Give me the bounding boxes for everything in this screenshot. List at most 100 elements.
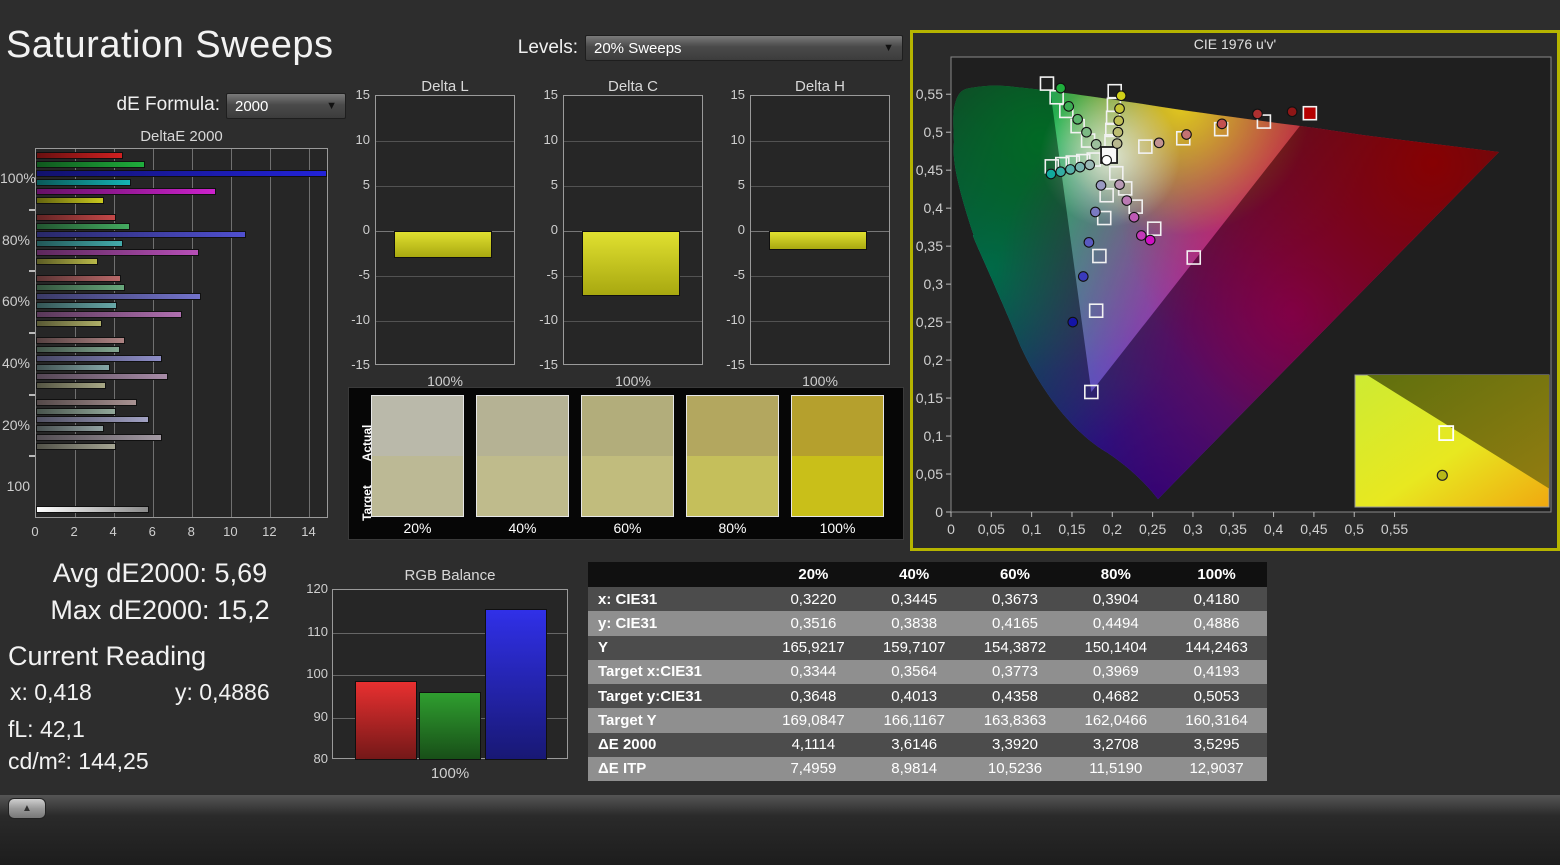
group-label: 100 bbox=[6, 478, 30, 495]
table-cell: 3,3920 bbox=[992, 736, 1038, 754]
axis-tick bbox=[29, 270, 35, 273]
table-cell: 0,4180 bbox=[1193, 590, 1240, 608]
actual-target-swatch-panel: Actual Target 20% 40% 60% 80% 100% bbox=[348, 387, 904, 540]
y-tick-label: -5 bbox=[733, 267, 745, 282]
y-tick-label: 5 bbox=[550, 177, 558, 192]
y-tick-label: 0,25 bbox=[916, 314, 943, 330]
table-cell: 0,3673 bbox=[992, 590, 1038, 608]
table-row: ΔE 2000 4,1114 3,6146 3,3920 3,2708 3,5295 bbox=[588, 732, 1267, 757]
swatch-percent-label: 20% bbox=[403, 520, 432, 536]
gridline bbox=[114, 149, 116, 517]
y-tick-label: -10 bbox=[726, 312, 745, 327]
max-de2000-stat: Max dE2000: 15,2 bbox=[50, 595, 270, 625]
target-square-filled bbox=[1302, 105, 1318, 121]
y-tick-label: -5 bbox=[546, 267, 558, 282]
table-cell: 144,2463 bbox=[1185, 639, 1248, 657]
table-cell: 150,1404 bbox=[1084, 639, 1148, 657]
de-bar bbox=[36, 416, 149, 424]
de-bar bbox=[36, 249, 199, 257]
delta-c-chart: Delta C 15 10 5 0 -5 -10 -15 100% bbox=[528, 78, 710, 389]
white-measured-point bbox=[1101, 154, 1112, 166]
delta-l-chart: Delta L 15 10 5 0 -5 -10 -15 100% bbox=[340, 78, 522, 389]
table-cell: 169,0847 bbox=[782, 711, 845, 729]
measurement-table: 20% 40% 60% 80% 100% x: CIE31 0,3220 0,3445 0,36… bbox=[588, 562, 1267, 781]
current-fl-value: fL: 42,1 bbox=[8, 716, 85, 742]
x-tick-label: 0,35 bbox=[1220, 521, 1247, 537]
cie-inset-zoom bbox=[1354, 374, 1550, 508]
table-cell: 0,3220 bbox=[790, 590, 837, 608]
measured-point bbox=[1074, 161, 1086, 173]
target-swatch-half bbox=[582, 456, 673, 516]
y-tick-label: 0 bbox=[737, 222, 745, 237]
table-cell: 0,3445 bbox=[891, 590, 938, 608]
gridline bbox=[75, 149, 77, 517]
table-cell: 11,5190 bbox=[1089, 760, 1143, 778]
measured-point bbox=[1153, 137, 1165, 149]
measured-point bbox=[1081, 126, 1092, 138]
table-row-label: Target x:CIE31 bbox=[598, 663, 702, 681]
table-row: x: CIE31 0,3220 0,3445 0,3673 0,3904 0,4180 bbox=[588, 587, 1267, 612]
gridline bbox=[153, 149, 155, 517]
de-formula-value: 2000 bbox=[235, 97, 269, 115]
measured-point bbox=[1252, 108, 1263, 120]
de-bar bbox=[36, 196, 104, 204]
de-bar bbox=[36, 372, 168, 380]
rgb-balance-chart: RGB Balance 120 110 100 90 80 100% bbox=[300, 563, 576, 782]
x-tick-label: 0,15 bbox=[1058, 521, 1085, 537]
measured-point bbox=[1114, 103, 1125, 115]
measured-point bbox=[1083, 236, 1095, 248]
measured-point bbox=[1112, 126, 1124, 138]
table-row: Y 165,9217 159,7107 154,3872 150,1404 144,246… bbox=[588, 635, 1267, 660]
gridline bbox=[564, 141, 702, 142]
levels-label: Levels: bbox=[517, 37, 578, 58]
table-row: Target Y 169,0847 166,1167 163,8363 162,0466… bbox=[588, 708, 1267, 733]
table-cell: 163,8363 bbox=[983, 711, 1047, 729]
group-label: 20% bbox=[1, 416, 30, 433]
deltae2000-chart: DeltaE 2000 0 2 4 6 8 10 12 14 100% 80% 60% 40% 20% 10… bbox=[0, 128, 334, 542]
table-cell: 0,3564 bbox=[891, 663, 938, 681]
y-tick-label: 0 bbox=[550, 222, 558, 237]
de-bar bbox=[36, 213, 116, 221]
de-formula-dropdown[interactable]: 2000 ▼ bbox=[226, 93, 346, 119]
levels-dropdown[interactable]: 20% Sweeps ▼ bbox=[585, 35, 903, 61]
red-bar bbox=[355, 681, 417, 760]
table-cell: 154,3872 bbox=[983, 639, 1047, 657]
gridline bbox=[376, 321, 514, 322]
de-bar bbox=[36, 443, 116, 451]
measured-point bbox=[1065, 164, 1076, 175]
delta-bar bbox=[582, 231, 680, 296]
gridline bbox=[192, 149, 194, 517]
compare-swatch bbox=[581, 395, 674, 517]
measured-point bbox=[1216, 118, 1228, 130]
table-row-label: Y bbox=[598, 639, 609, 657]
compare-swatch bbox=[686, 395, 779, 517]
y-tick-label: -10 bbox=[351, 312, 370, 327]
y-tick-label: 0 bbox=[935, 504, 943, 520]
delta-bar bbox=[769, 231, 867, 250]
gridline bbox=[376, 276, 514, 277]
table-row-label: Target Y bbox=[598, 711, 657, 729]
de-bar bbox=[36, 231, 246, 239]
group-label: 100% bbox=[0, 169, 36, 186]
table-column-header: 40% bbox=[899, 566, 930, 583]
target-swatch-half bbox=[372, 456, 463, 516]
table-cell: 0,4358 bbox=[992, 687, 1038, 705]
table-cell: 0,4494 bbox=[1092, 614, 1139, 632]
bottom-bar: ▲ bbox=[0, 795, 1560, 865]
y-tick-label: -15 bbox=[726, 357, 745, 372]
table-cell: 7,4959 bbox=[790, 760, 837, 778]
x-tick-label: 0 bbox=[947, 521, 955, 537]
table-cell: 165,9217 bbox=[782, 639, 845, 657]
actual-swatch-half bbox=[582, 396, 673, 456]
delta-bar bbox=[394, 231, 492, 258]
scroll-up-button[interactable]: ▲ bbox=[8, 798, 46, 819]
target-swatch-half bbox=[792, 456, 883, 516]
de-bar bbox=[36, 187, 217, 195]
table-cell: 0,4682 bbox=[1092, 687, 1139, 705]
gridline bbox=[751, 186, 889, 187]
group-label: 40% bbox=[1, 354, 30, 371]
measured-point bbox=[1055, 166, 1067, 178]
measured-point bbox=[1113, 115, 1125, 127]
group-label: 60% bbox=[1, 293, 30, 310]
x-tick-label: 0 bbox=[31, 524, 39, 539]
